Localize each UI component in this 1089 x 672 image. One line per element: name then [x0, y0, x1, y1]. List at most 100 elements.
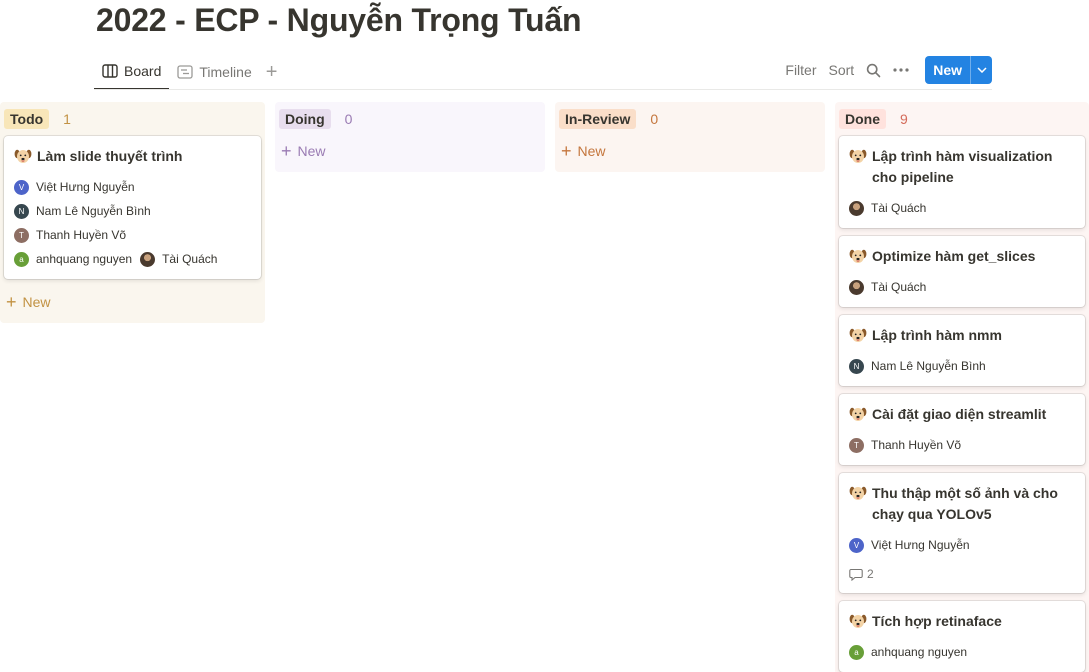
avatar: N — [14, 203, 29, 219]
tab-timeline[interactable]: Timeline — [169, 54, 259, 90]
dog-face-icon — [849, 325, 872, 343]
sort-button[interactable]: Sort — [823, 56, 861, 84]
status-badge[interactable]: Done — [839, 109, 886, 129]
assignee[interactable]: Tài Quách — [849, 196, 926, 220]
tab-board[interactable]: Board — [94, 54, 170, 90]
board-card[interactable]: Cài đặt giao diện streamlit T Thanh Huyền … — [839, 394, 1085, 465]
avatar: N — [849, 358, 864, 374]
plus-icon: + — [561, 141, 572, 161]
add-card-label: New — [577, 143, 606, 159]
assignee-name: Tài Quách — [871, 201, 927, 215]
chevron-down-icon — [976, 67, 987, 73]
add-card-button[interactable]: + New — [0, 287, 265, 317]
assignee-row: T Thanh Huyền Võ — [849, 433, 1075, 457]
assignee[interactable]: T Thanh Huyền Võ — [849, 433, 961, 457]
board-card[interactable]: Optimize hàm get_slices Tài Quách — [839, 236, 1085, 307]
board-card[interactable]: Thu thập một số ảnh và cho chạy qua YOLO… — [839, 473, 1085, 593]
card-title-text: Làm slide thuyết trình — [37, 148, 183, 164]
filter-button[interactable]: Filter — [779, 56, 822, 84]
assignee[interactable]: a anhquang nguyen — [14, 247, 132, 271]
assignee[interactable]: V Việt Hưng Nguyễn — [849, 533, 970, 557]
tab-board-label: Board — [124, 63, 162, 79]
assignee-row: a anhquang nguyen Tài Quách — [14, 247, 251, 271]
add-view-button[interactable]: + — [260, 62, 284, 82]
column-in-review: In-Review 0 + New — [555, 102, 825, 172]
assignee[interactable]: N Nam Lê Nguyễn Bình — [14, 199, 151, 223]
status-badge[interactable]: In-Review — [559, 109, 637, 129]
assignee-row: V Việt Hưng Nguyễn — [849, 533, 1075, 557]
card-title-text: Thu thập một số ảnh và cho chạy qua YOLO… — [872, 485, 1058, 522]
column-header: Todo 1 — [0, 102, 265, 136]
dog-face-icon — [849, 146, 872, 164]
avatar: V — [849, 537, 864, 553]
add-card-button[interactable]: + New — [555, 136, 825, 166]
column-count: 0 — [344, 111, 353, 127]
assignee[interactable]: N Nam Lê Nguyễn Bình — [849, 354, 986, 378]
column-count: 1 — [63, 111, 71, 127]
card-title-text: Cài đặt giao diện streamlit — [872, 406, 1047, 422]
status-badge[interactable]: Todo — [4, 109, 50, 129]
board-card[interactable]: Lập trình hàm nmm N Nam Lê Nguyễn Bình — [839, 315, 1085, 386]
view-tabs: Board Timeline + — [94, 54, 283, 90]
board-card[interactable]: Tích hợp retinaface a anhquang nguyen — [839, 601, 1085, 672]
column-done: Done 9 Lập trình hàm visualization cho pip… — [835, 102, 1089, 672]
column-header: In-Review 0 — [555, 102, 825, 136]
card-title: Làm slide thuyết trình — [14, 146, 251, 167]
assignee-row: a anhquang nguyen — [849, 640, 1075, 664]
more-icon — [893, 68, 909, 72]
assignee[interactable]: a anhquang nguyen — [849, 640, 967, 664]
toolbar: Filter Sort New — [779, 56, 992, 84]
assignee[interactable]: Tài Quách — [140, 247, 217, 271]
board-card[interactable]: Làm slide thuyết trình V Việt Hưng Nguyễn N… — [4, 136, 261, 279]
card-title: Lập trình hàm nmm — [849, 325, 1075, 346]
assignee-name: Nam Lê Nguyễn Bình — [36, 204, 151, 218]
assignee-name: Tài Quách — [162, 252, 218, 266]
add-card-label: New — [297, 143, 326, 159]
avatar: T — [14, 227, 29, 243]
card-title: Optimize hàm get_slices — [849, 246, 1075, 267]
avatar: V — [14, 179, 29, 195]
card-title: Cài đặt giao diện streamlit — [849, 404, 1075, 425]
card-title-text: Optimize hàm get_slices — [872, 248, 1036, 264]
dog-face-icon — [849, 611, 872, 629]
assignee[interactable]: Tài Quách — [849, 275, 926, 299]
new-dropdown-button[interactable] — [970, 56, 992, 84]
column-todo: Todo 1 Làm slide thuyết trình V Việt Hưng Ng… — [0, 102, 265, 323]
avatar — [140, 251, 156, 267]
assignee[interactable]: V Việt Hưng Nguyễn — [14, 175, 135, 199]
column-count: 9 — [900, 111, 908, 127]
board-card[interactable]: Lập trình hàm visualization cho pipeline… — [839, 136, 1085, 228]
card-title: Lập trình hàm visualization cho pipeline — [849, 146, 1075, 188]
assignee[interactable]: T Thanh Huyền Võ — [14, 223, 126, 247]
card-title: Thu thập một số ảnh và cho chạy qua YOLO… — [849, 483, 1075, 525]
assignee-name: Việt Hưng Nguyễn — [871, 538, 970, 552]
status-badge[interactable]: Doing — [279, 109, 331, 129]
search-button[interactable] — [860, 56, 887, 84]
avatar: T — [849, 437, 864, 453]
column-header: Doing 0 — [275, 102, 545, 136]
dog-face-icon — [849, 246, 872, 264]
assignee-name: Thanh Huyền Võ — [871, 438, 962, 452]
assignee-row: N Nam Lê Nguyễn Bình — [14, 199, 251, 223]
comment-count-value: 2 — [867, 567, 874, 581]
column-doing: Doing 0 + New — [275, 102, 545, 172]
new-button[interactable]: New — [925, 56, 970, 84]
tabs-divider — [94, 89, 992, 90]
assignee-name: Thanh Huyền Võ — [36, 228, 127, 242]
column-header: Done 9 — [835, 102, 1089, 136]
card-title-text: Lập trình hàm visualization cho pipeline — [872, 148, 1053, 185]
avatar — [849, 279, 864, 295]
dog-face-icon — [849, 404, 872, 422]
more-button[interactable] — [887, 56, 915, 84]
assignee-row: T Thanh Huyền Võ — [14, 223, 251, 247]
card-title: Tích hợp retinaface — [849, 611, 1075, 632]
assignee-row: N Nam Lê Nguyễn Bình — [849, 354, 1075, 378]
assignee-name: Việt Hưng Nguyễn — [36, 180, 135, 194]
search-icon — [867, 63, 881, 77]
add-card-button[interactable]: + New — [275, 136, 545, 166]
new-button-group: New — [925, 56, 992, 84]
avatar — [849, 200, 864, 216]
assignee-name: Nam Lê Nguyễn Bình — [871, 359, 986, 373]
assignee-name: anhquang nguyen — [871, 645, 968, 659]
tab-timeline-label: Timeline — [199, 64, 252, 80]
